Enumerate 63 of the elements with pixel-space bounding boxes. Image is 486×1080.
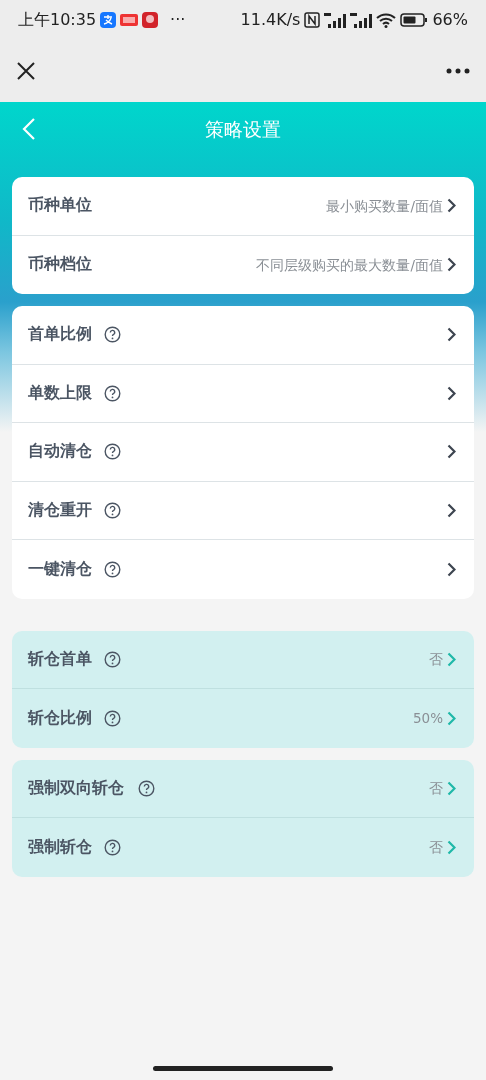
app-icon: [120, 14, 139, 26]
chevron-icon: [447, 444, 456, 460]
battery-percent: 66%: [432, 9, 468, 31]
settings-row[interactable]: 强制斩仓 否: [12, 818, 474, 877]
row-label: 强制斩仓: [28, 836, 92, 858]
row-label: 单数上限: [28, 382, 92, 404]
wifi-icon: [376, 12, 397, 28]
settings-row[interactable]: 币种档位 不同层级购买的最大数量/面值: [12, 235, 474, 294]
settings-row[interactable]: 币种单位 最小购买数量/面值: [12, 177, 474, 236]
nfc-icon: [304, 12, 321, 28]
page-title: 策略设置: [205, 117, 281, 143]
row-value: 否: [429, 650, 443, 670]
chevron-icon: [447, 257, 456, 273]
help-icon[interactable]: [104, 501, 121, 519]
chevron-icon: [447, 780, 456, 796]
help-icon[interactable]: [104, 560, 121, 578]
help-icon[interactable]: [104, 384, 121, 402]
row-label: 清仓重开: [28, 499, 92, 521]
help-icon[interactable]: [104, 709, 121, 727]
settings-row[interactable]: 斩仓比例 50%: [12, 689, 474, 748]
row-label: 一键清仓: [28, 558, 92, 580]
row-value: 不同层级购买的最大数量/面值: [256, 255, 443, 275]
chevron-icon: [447, 385, 456, 401]
chevron-icon: [447, 198, 456, 214]
more-icon[interactable]: [446, 68, 470, 74]
row-value: 最小购买数量/面值: [326, 196, 443, 216]
chevron-icon: [447, 839, 456, 855]
row-value: 50%: [413, 709, 443, 729]
chevron-icon: [447, 502, 456, 518]
settings-row[interactable]: 清仓重开: [12, 481, 474, 540]
row-label: 首单比例: [28, 324, 92, 346]
chevron-icon: [447, 327, 456, 343]
settings-row[interactable]: 一键清仓: [12, 540, 474, 599]
settings-row[interactable]: 自动清仓: [12, 423, 474, 482]
row-label: 斩仓首单: [28, 648, 92, 670]
settings-row[interactable]: 首单比例: [12, 306, 474, 365]
help-icon[interactable]: [104, 326, 121, 344]
help-icon[interactable]: [138, 779, 155, 797]
status-time: 上午10:35: [18, 9, 97, 31]
chevron-icon: [447, 651, 456, 667]
network-speed: 11.4K/s: [240, 9, 301, 31]
help-icon[interactable]: [104, 650, 121, 668]
signal-icon: [324, 12, 347, 28]
help-icon[interactable]: [104, 838, 121, 856]
row-label: 币种档位: [28, 254, 92, 276]
chevron-icon: [447, 710, 456, 726]
close-icon[interactable]: [16, 61, 36, 81]
chevron-icon: [447, 561, 456, 577]
notification-more: ···: [170, 9, 186, 31]
settings-row[interactable]: 强制双向斩仓 否: [12, 759, 474, 818]
settings-row[interactable]: 斩仓首单 否: [12, 630, 474, 689]
row-value: 否: [429, 838, 443, 858]
help-icon[interactable]: [104, 443, 121, 461]
signal-icon: [350, 12, 373, 28]
battery-icon: [400, 13, 429, 27]
row-label: 强制双向斩仓: [28, 777, 124, 799]
app-icon: [142, 12, 159, 28]
row-label: 币种单位: [28, 195, 92, 217]
app-icon: [100, 12, 117, 28]
row-label: 斩仓比例: [28, 707, 92, 729]
settings-row[interactable]: 单数上限: [12, 364, 474, 423]
row-label: 自动清仓: [28, 441, 92, 463]
row-value: 否: [429, 779, 443, 799]
